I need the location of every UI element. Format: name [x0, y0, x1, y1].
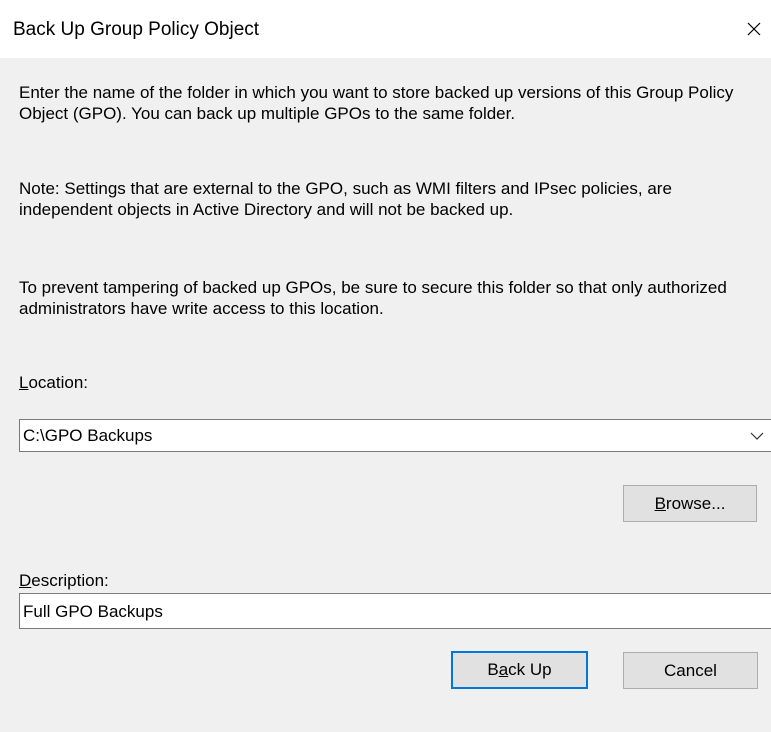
browse-button[interactable]: Browse...	[623, 485, 757, 522]
close-icon	[747, 22, 761, 36]
browse-accesskey: B	[654, 493, 666, 513]
title-bar: Back Up Group Policy Object	[0, 0, 771, 58]
location-combobox[interactable]: C:\GPO Backups	[19, 419, 771, 452]
back-up-button[interactable]: Ba ck Up	[451, 651, 588, 689]
back-up-accesskey: a	[498, 660, 509, 679]
dialog-body: Enter the name of the folder in which yo…	[0, 58, 771, 732]
close-button[interactable]	[737, 10, 771, 48]
description-value: Full GPO Backups	[23, 602, 163, 621]
description-label-rest: escription:	[31, 571, 109, 590]
tamper-warning-text: To prevent tampering of backed up GPOs, …	[19, 278, 727, 318]
back-up-label-pre: B	[487, 660, 499, 679]
cancel-button[interactable]: Cancel	[623, 652, 758, 689]
browse-label-rest: rowse...	[665, 493, 726, 513]
intro-text: Enter the name of the folder in which yo…	[19, 83, 734, 123]
chevron-down-icon	[750, 432, 764, 440]
description-input[interactable]: Full GPO Backups	[19, 593, 771, 629]
back-up-label-post: ck Up	[508, 660, 552, 679]
location-label: Location:	[19, 372, 88, 393]
location-label-rest: ocation:	[28, 373, 89, 392]
description-label: Description:	[19, 570, 109, 591]
description-label-accesskey: D	[19, 571, 32, 590]
note-text: Note: Settings that are external to the …	[19, 179, 672, 219]
dialog-title: Back Up Group Policy Object	[13, 19, 260, 40]
location-dropdown-button[interactable]	[746, 420, 768, 451]
location-value: C:\GPO Backups	[23, 426, 153, 445]
